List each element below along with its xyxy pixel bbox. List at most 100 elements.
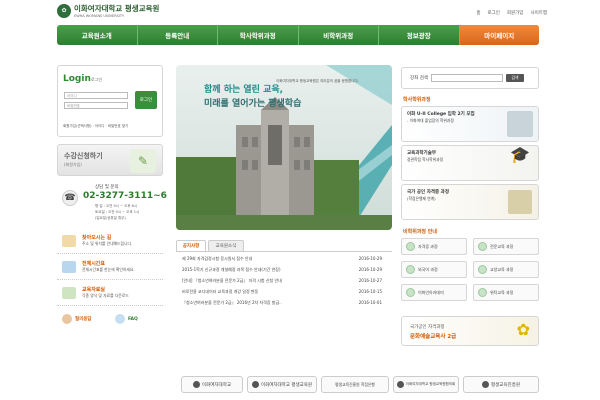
site-logo[interactable]: ✿ 이화여자대학교 평생교육원 EWHA WOMANS UNIVERSITY bbox=[57, 3, 159, 18]
notice-title: 『청소년여러분을 전문가 2급』 2016년 2차 자격증 발급.. bbox=[182, 300, 282, 305]
promo-u-college[interactable]: 이화 U-II College 입학 2기 모집 - 이화여대 졸업장의 학위과… bbox=[401, 106, 539, 142]
quick-link-resources[interactable]: 교육자료실 각종 양식 및 자료를 다운로드 bbox=[57, 282, 163, 306]
course-icon bbox=[478, 265, 487, 274]
footer-logo-nile[interactable]: 평생교육진흥원 bbox=[463, 376, 539, 393]
quick-link-directions[interactable]: 찾아오시는 길 주소 및 위치를 안내해드립니다. bbox=[57, 230, 163, 254]
notice-row[interactable]: 2015-1학기 신규과정 개설예정 과목 접수 안내(기간 연장) 2016-1… bbox=[182, 267, 382, 273]
nav-about[interactable]: 교육원소개 bbox=[57, 25, 138, 45]
university-seal-icon: ✿ bbox=[57, 3, 71, 18]
course-professional[interactable]: 전문교육 과정 bbox=[473, 238, 539, 255]
notice-row[interactable]: 제 29회 자격검정시험 응시원서 접수 안내 2016-10-29 bbox=[182, 256, 382, 262]
seal-icon bbox=[396, 381, 404, 388]
search-label: 강좌 검색 bbox=[410, 76, 428, 81]
course-label: 자격증 과정 bbox=[418, 243, 438, 249]
contact-title: 상담 및 문의 bbox=[95, 185, 119, 190]
logo-title: 이화여자대학교 평생교육원 bbox=[74, 4, 160, 13]
promo-title: 국가공인 자격과정 bbox=[410, 325, 445, 330]
apply-subtitle: (회원가입) bbox=[64, 162, 82, 167]
footer-logo-label: 이화여자대학교 평생교육원협의회 bbox=[405, 382, 456, 386]
login-button[interactable]: 로그인 bbox=[135, 91, 157, 109]
id-field[interactable]: 아이디 bbox=[64, 92, 128, 99]
quick-link-title: 전체시간표 bbox=[82, 261, 106, 267]
course-icon bbox=[406, 265, 415, 274]
seal-icon bbox=[251, 381, 259, 388]
search-button[interactable]: 검색 bbox=[506, 74, 524, 82]
course-contract[interactable]: 위탁교육 과정 bbox=[473, 284, 539, 301]
course-certificate[interactable]: 자격증 과정 bbox=[401, 238, 467, 255]
hero-caption: 이화여자대학교 평생교육원은 여러분의 꿈을 응원합니다. bbox=[276, 79, 359, 83]
faq-label: FAQ bbox=[128, 316, 138, 322]
util-join-link[interactable]: 회원가입 bbox=[507, 10, 524, 16]
login-title: Login bbox=[63, 74, 91, 84]
login-help-links[interactable]: 회원가입(선택사항) · 아이디 · 비밀번호 찾기 bbox=[63, 124, 128, 129]
course-academy[interactable]: 이화인아카데미 bbox=[401, 284, 467, 301]
contact-box: ☎ 상담 및 문의 02-3277-3111~6 평 일 : 오전 9시 ~ 오… bbox=[57, 178, 167, 228]
nav-degree[interactable]: 학사학위과정 bbox=[218, 25, 299, 45]
notice-title: [안내] 『청소년여러분을 전문가 2급』 자격 시험 신청 안내 bbox=[182, 278, 282, 283]
password-field[interactable]: 비밀번호 bbox=[64, 102, 128, 109]
nav-info[interactable]: 정보광장 bbox=[379, 25, 460, 45]
util-home-link[interactable]: 홈 bbox=[476, 10, 480, 16]
main-navigation: 교육원소개 등록안내 학사학위과정 비학위과정 정보광장 마이페이지 bbox=[57, 25, 539, 45]
notice-date: 2016-10-01 bbox=[358, 300, 382, 305]
quick-link-timetable[interactable]: 전체시간표 전체시간표를 한눈에 확인하세요. bbox=[57, 256, 163, 280]
notice-row[interactable]: [안내] 『청소년여러분을 전문가 2급』 자격 시험 신청 안내 2016-10… bbox=[182, 278, 382, 284]
notice-title: 비로전용 코디네이터 교육과정 개강 일정 변동 bbox=[182, 289, 259, 294]
faq-icon bbox=[115, 314, 125, 324]
notice-row[interactable]: 비로전용 코디네이터 교육과정 개강 일정 변동 2016-10-15 bbox=[182, 289, 382, 295]
notice-date: 2016-10-29 bbox=[358, 267, 382, 272]
nav-registration[interactable]: 등록안내 bbox=[138, 25, 218, 45]
calendar-icon bbox=[62, 261, 76, 273]
course-icon bbox=[406, 242, 415, 251]
tab-notice[interactable]: 공지사항 bbox=[176, 240, 206, 251]
footer-logo-lifelong[interactable]: 이화여자대학교 평생교육원 bbox=[247, 376, 317, 393]
footer-logo-label: 평생교육진흥원 학점은행 bbox=[335, 381, 375, 387]
notice-date: 2016-10-15 bbox=[358, 289, 382, 294]
util-sitemap-link[interactable]: 사이트맵 bbox=[530, 10, 547, 16]
course-language[interactable]: 외국어 과정 bbox=[401, 261, 467, 278]
notice-board: 공지사항 교육원소식 제 29회 자격검정시험 응시원서 접수 안내 2016-1… bbox=[176, 240, 392, 318]
footer-logo-council[interactable]: 이화여자대학교 평생교육원협의회 bbox=[393, 376, 459, 393]
footer-logo-label: 이화여자대학교 평생교육원 bbox=[260, 382, 313, 388]
login-panel: Login 로그인 아이디 비밀번호 로그인 회원가입(선택사항) · 아이디 … bbox=[57, 65, 163, 137]
course-search: 강좌 검색 검색 bbox=[401, 67, 539, 89]
quick-link-desc: 전체시간표를 한눈에 확인하세요. bbox=[82, 267, 135, 272]
hero-banner[interactable]: 함께 하는 열린 교육, 미래를 열어가는 평생학습 이화여자대학교 평생교육원… bbox=[176, 65, 392, 230]
contact-hours-3: (일요일/공휴일 휴무) bbox=[95, 216, 126, 220]
apply-title: 수강신청하기 bbox=[64, 152, 103, 160]
course-label: 이화인아카데미 bbox=[418, 289, 444, 295]
notebook-icon: ✎ bbox=[130, 149, 156, 173]
promo-desc: 정관학점 학사학위과정 bbox=[407, 157, 444, 162]
footer-logo-credit-bank[interactable]: 평생교육진흥원 학점은행 bbox=[321, 376, 389, 393]
logo-subtitle: EWHA WOMANS UNIVERSITY bbox=[74, 14, 125, 18]
notice-date: 2016-10-27 bbox=[358, 278, 382, 283]
map-icon bbox=[62, 235, 76, 247]
course-liberal-arts[interactable]: 교양교육 과정 bbox=[473, 261, 539, 278]
quick-link-desc: 각종 양식 및 자료를 다운로드 bbox=[82, 293, 129, 298]
utility-links: 홈 로그인 회원가입 사이트맵 bbox=[476, 10, 547, 16]
promo-title: 국가 공인 자격증 과정 bbox=[407, 190, 449, 195]
qna-link[interactable]: 질의응답 bbox=[57, 308, 110, 330]
course-label: 전문교육 과정 bbox=[490, 243, 514, 249]
culture-art-promo[interactable]: 국가공인 자격과정 문화예술교육사 2급 ✿ bbox=[401, 316, 539, 346]
promo-certificate[interactable]: 국가 공인 자격증 과정 (학점은행제 연계) bbox=[401, 184, 539, 220]
seal-icon bbox=[482, 381, 489, 388]
tab-news[interactable]: 교육원소식 bbox=[208, 240, 244, 251]
notebook-icon bbox=[508, 190, 532, 214]
search-input[interactable] bbox=[431, 74, 503, 82]
graduation-cap-icon: 🎓 bbox=[510, 145, 530, 164]
footer-logo-ewha[interactable]: 이화여자대학교 bbox=[181, 376, 243, 393]
notice-date: 2016-10-29 bbox=[358, 256, 382, 261]
util-login-link[interactable]: 로그인 bbox=[487, 10, 499, 16]
contact-hours-2: 토요일 : 오전 9시 ~ 오후 1시 bbox=[95, 210, 140, 214]
hero-headline-2: 미래를 열어가는 평생학습 bbox=[204, 99, 302, 109]
nav-mypage[interactable]: 마이페이지 bbox=[459, 25, 539, 45]
promo-title: 이화 U-II College 입학 2기 모집 bbox=[407, 112, 475, 117]
nav-nondegree[interactable]: 비학위과정 bbox=[299, 25, 379, 45]
apply-banner[interactable]: 수강신청하기 (회원가입) ✎ bbox=[57, 144, 163, 176]
faq-link[interactable]: FAQ bbox=[110, 308, 163, 330]
qna-icon bbox=[62, 314, 72, 324]
promo-bachelor[interactable]: 교육과학기술부 정관학점 학사학위과정 🎓 bbox=[401, 145, 539, 181]
promo-title: 교육과학기술부 bbox=[407, 151, 436, 156]
notice-row[interactable]: 『청소년여러분을 전문가 2급』 2016년 2차 자격증 발급.. 2016-1… bbox=[182, 300, 382, 306]
